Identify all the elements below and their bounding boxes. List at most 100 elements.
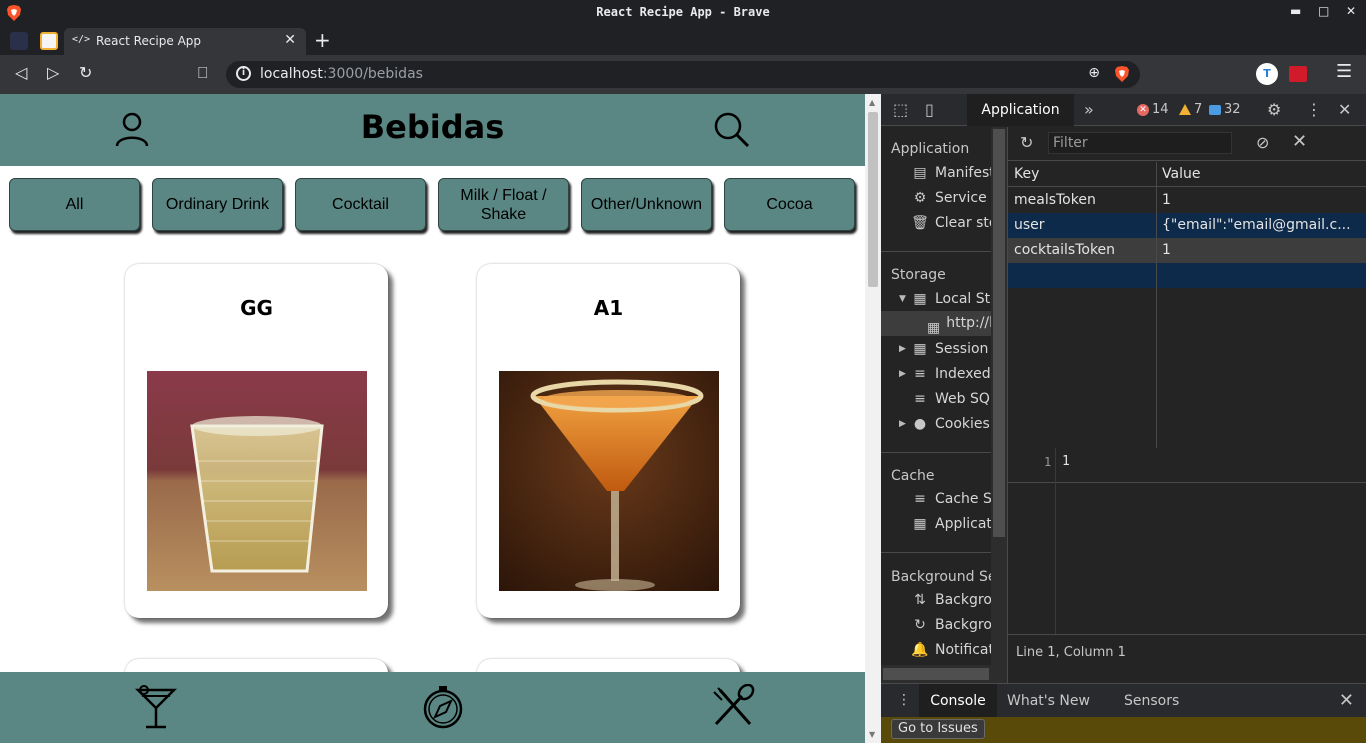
table-header: Key Value — [1008, 162, 1366, 187]
drawer-tab-whats-new[interactable]: What's New — [1007, 684, 1090, 718]
sync-icon: ↻ — [914, 617, 926, 633]
issues-banner: Go to Issues — [881, 717, 1366, 743]
page-scroll-thumb[interactable] — [868, 112, 878, 287]
scroll-down-icon[interactable]: ▼ — [869, 730, 875, 739]
bell-icon: 🔔 — [911, 642, 929, 658]
filter-all-button[interactable]: All — [9, 178, 140, 231]
preview-text[interactable]: 1 — [1062, 454, 1070, 469]
recipe-name: GG — [240, 296, 273, 320]
filter-input[interactable]: Filter — [1048, 132, 1232, 154]
grid-icon: ▦ — [913, 516, 927, 532]
warning-count-badge[interactable]: 7 — [1179, 102, 1202, 117]
drawer-tab-console[interactable]: Console — [919, 684, 997, 718]
arrows-updown-icon: ⇅ — [914, 592, 926, 608]
close-devtools-icon[interactable]: ✕ — [1338, 100, 1351, 119]
page-scrollbar[interactable]: ▲ ▼ — [865, 94, 881, 743]
scroll-up-icon[interactable]: ▲ — [869, 98, 875, 107]
table-row[interactable]: mealsToken 1 — [1008, 188, 1366, 213]
recipe-card[interactable]: A1 — [477, 264, 740, 618]
expanded-arrow-icon[interactable]: ▼ — [899, 294, 906, 304]
info-icon[interactable]: i — [236, 66, 251, 81]
more-tabs-icon[interactable]: » — [1084, 100, 1094, 119]
collapsed-arrow-icon[interactable]: ▶ — [899, 344, 906, 354]
minimize-icon[interactable]: ▬ — [1290, 4, 1301, 18]
bookmark-icon[interactable]: ⎕ — [198, 63, 208, 83]
explore-icon[interactable] — [420, 684, 466, 730]
message-count-badge[interactable]: 32 — [1209, 102, 1241, 117]
close-tab-icon[interactable]: ✕ — [284, 32, 296, 48]
sidebar-scrollbar[interactable] — [991, 127, 1007, 667]
settings-gear-icon[interactable]: ⚙ — [1267, 100, 1281, 119]
local-storage-view: ↻ Filter ⊘ ✕ Key Value mealsToken 1 user… — [1007, 127, 1366, 683]
url-text[interactable]: localhost:3000/bebidas — [260, 66, 423, 82]
filter-milk-float-shake-button[interactable]: Milk / Float / Shake — [438, 178, 569, 231]
drawer-menu-icon[interactable]: ⋮ — [897, 692, 911, 708]
sidebar-divider — [881, 452, 991, 453]
database-icon: ≡ — [914, 491, 926, 507]
new-tab-button[interactable]: + — [314, 28, 331, 52]
grid-icon: ▦ — [913, 291, 927, 307]
sidebar-scroll-thumb[interactable] — [993, 129, 1005, 537]
pinned-tab-2[interactable] — [40, 32, 58, 50]
key-column-header[interactable]: Key — [1014, 166, 1039, 182]
sidebar-item-web-sql[interactable]: ≡ Web SQL — [911, 391, 998, 407]
devtools-drawer: ⋮ Console What's New Sensors ✕ — [881, 683, 1366, 718]
clear-all-icon[interactable]: ⊘ — [1256, 133, 1269, 152]
device-toolbar-icon[interactable]: ▯ — [925, 100, 934, 119]
maximize-icon[interactable]: □ — [1318, 4, 1329, 18]
drawer-tab-sensors[interactable]: Sensors — [1124, 684, 1179, 718]
collapsed-arrow-icon[interactable]: ▶ — [899, 419, 906, 429]
delete-selected-icon[interactable]: ✕ — [1292, 131, 1307, 152]
inspect-element-icon[interactable]: ⬚ — [893, 100, 908, 119]
column-separator[interactable] — [1156, 162, 1157, 448]
database-icon: ≡ — [914, 391, 926, 407]
sidebar-hscroll-thumb[interactable] — [883, 668, 989, 680]
collapsed-arrow-icon[interactable]: ▶ — [899, 369, 906, 379]
table-row[interactable]: user {"email":"email@gmail.c... — [1008, 213, 1366, 238]
recipe-card[interactable]: GG — [125, 264, 388, 618]
sidebar-item-manifest[interactable]: ▤ Manifest — [911, 165, 994, 181]
browser-toolbar: ◁ ▷ ↻ ⎕ i localhost:3000/bebidas ⊕ T ☰ — [0, 55, 1366, 94]
go-to-issues-button[interactable]: Go to Issues — [891, 719, 985, 739]
application-sidebar: Application ▤Manifest ⚙Service Workers 🗑… — [881, 127, 1007, 683]
filter-ordinary-drink-button[interactable]: Ordinary Drink — [152, 178, 283, 231]
extension-t-icon[interactable]: T — [1256, 63, 1278, 85]
sidebar-horizontal-scrollbar[interactable] — [881, 665, 1007, 683]
forward-icon[interactable]: ▷ — [47, 63, 59, 82]
error-count-badge[interactable]: ✕ 14 — [1137, 102, 1169, 117]
sidebar-section-cache: Cache — [891, 468, 935, 484]
recipe-photo[interactable] — [147, 371, 367, 591]
brave-shields-icon[interactable] — [1114, 65, 1130, 83]
back-icon[interactable]: ◁ — [15, 63, 27, 82]
devtools-panel: ⬚ ▯ Application » ✕ 14 7 32 ⚙ ⋮ ✕ Applic… — [881, 94, 1366, 743]
sidebar-divider — [881, 251, 991, 252]
tab-application[interactable]: Application — [967, 94, 1074, 126]
browser-menu-icon[interactable]: ☰ — [1336, 61, 1352, 82]
close-drawer-icon[interactable]: ✕ — [1339, 690, 1354, 711]
zoom-icon[interactable]: ⊕ — [1088, 65, 1100, 81]
sidebar-item-local-origin[interactable]: ▦http://localhost:3000 — [881, 311, 1007, 336]
gear-icon: ⚙ — [913, 190, 927, 206]
meals-icon[interactable] — [710, 684, 756, 730]
table-row-empty[interactable] — [1008, 263, 1366, 288]
filter-cocktail-button[interactable]: Cocktail — [295, 178, 426, 231]
filter-cocoa-button[interactable]: Cocoa — [724, 178, 855, 231]
drinks-icon[interactable] — [134, 684, 178, 730]
recipe-name: A1 — [593, 296, 624, 320]
value-column-header[interactable]: Value — [1162, 166, 1362, 182]
more-options-icon[interactable]: ⋮ — [1306, 100, 1322, 119]
address-bar[interactable]: i localhost:3000/bebidas ⊕ — [226, 61, 1140, 88]
tab-react-recipe-app[interactable]: </> React Recipe App ✕ — [64, 28, 306, 55]
close-window-icon[interactable]: ✕ — [1346, 4, 1356, 18]
search-icon[interactable] — [712, 110, 750, 148]
category-filters: All Ordinary Drink Cocktail Milk / Float… — [9, 178, 857, 232]
pinned-tab-1[interactable] — [10, 32, 28, 50]
extension-red-icon[interactable] — [1289, 66, 1307, 82]
trash-icon: 🗑 — [911, 215, 929, 231]
filter-other-unknown-button[interactable]: Other/Unknown — [581, 178, 712, 231]
refresh-icon[interactable]: ↻ — [1020, 133, 1033, 152]
table-row[interactable]: cocktailsToken 1 — [1008, 238, 1366, 263]
reload-icon[interactable]: ↻ — [79, 63, 92, 82]
recipe-photo[interactable] — [499, 371, 719, 591]
sidebar-item-cookies[interactable]: ▶ ● Cookies — [899, 416, 990, 432]
